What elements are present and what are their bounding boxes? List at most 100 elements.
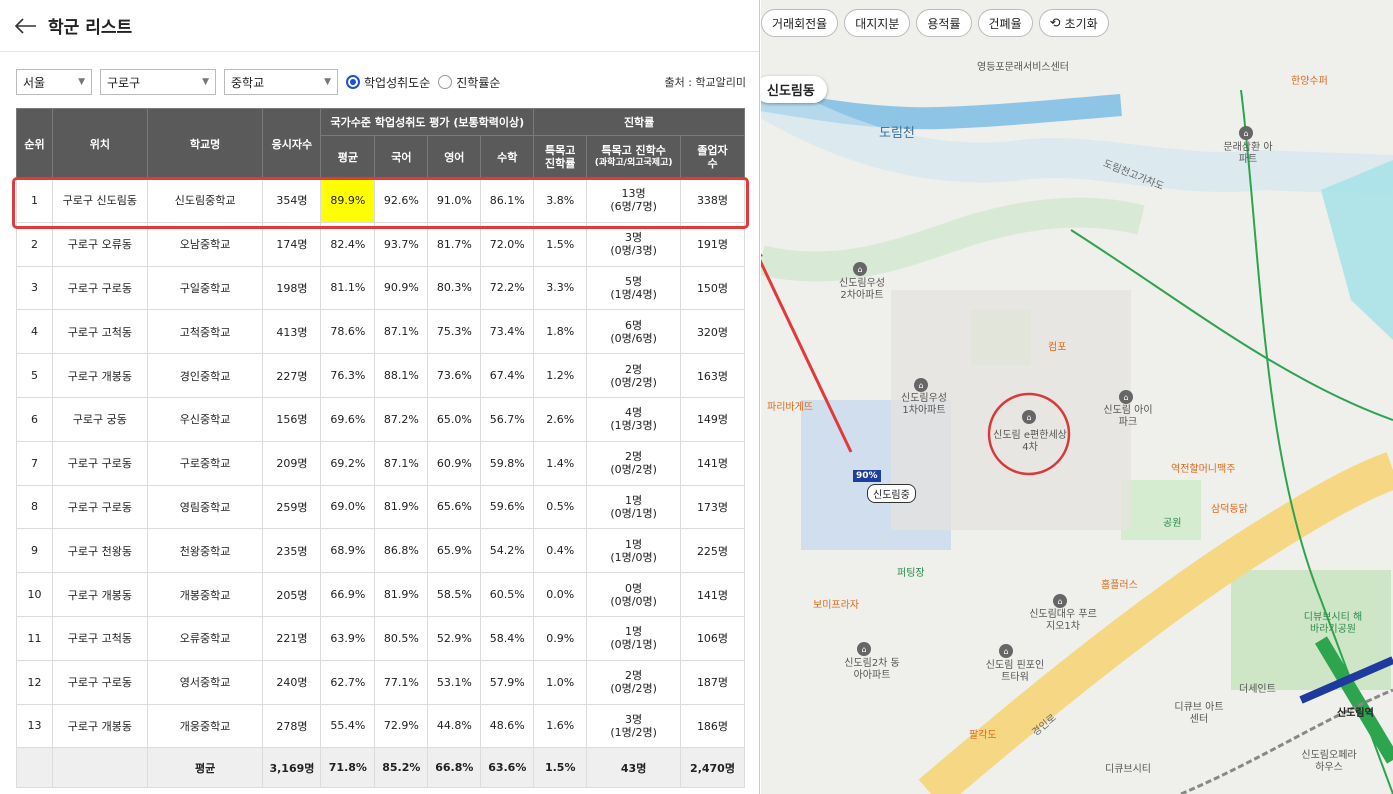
table-row[interactable]: 12 구로구 구로동 영서중학교 240명 62.7% 77.1% 53.1% 57.9% 1.… xyxy=(16,659,745,705)
col-special-rate: 특목고 진학률 xyxy=(533,135,588,179)
table-row[interactable]: 5 구로구 개봉동 경인중학교 227명 76.3% 88.1% 73.6% 67.4% 1.2… xyxy=(16,353,745,398)
cell-special-count-main: 0명 xyxy=(625,581,643,595)
cell-special-count: 1명 (0명/1명) xyxy=(586,484,682,530)
cell-school: 오류중학교 xyxy=(146,615,264,661)
table-row[interactable]: 4 구로구 고척동 고척중학교 413명 78.6% 87.1% 75.3% 73.4% 1.8… xyxy=(16,309,745,355)
cell-location: 구로구 구로동 xyxy=(51,265,148,311)
cell-math: 72.2% xyxy=(480,265,535,311)
cell-graduates: 150명 xyxy=(680,265,745,311)
table-row[interactable]: 9 구로구 천왕동 천왕중학교 235명 68.9% 86.8% 65.9% 54.2% 0.4… xyxy=(16,528,745,574)
cell-location: 구로구 고척동 xyxy=(51,615,148,661)
map-label-poi: 파리바게뜨 xyxy=(767,402,813,413)
back-arrow-icon[interactable] xyxy=(14,14,38,38)
table-row[interactable]: 8 구로구 구로동 영림중학교 259명 69.0% 81.9% 65.6% 59.6% 0.5… xyxy=(16,484,745,530)
cell-special-count-main: 2명 xyxy=(625,669,643,683)
table-row[interactable]: 2 구로구 오류동 오남중학교 174명 82.4% 93.7% 81.7% 72.0% 1.5… xyxy=(16,221,745,267)
sort-achievement-radio[interactable]: 학업성취도순 xyxy=(346,74,430,91)
cell-school: 영서중학교 xyxy=(146,659,264,705)
sort-advance-radio[interactable]: 진학률순 xyxy=(438,74,500,91)
cell-school: 오남중학교 xyxy=(146,221,264,267)
col-graduates-line2: 수 xyxy=(707,157,718,170)
table-row[interactable]: 6 구로구 궁동 우신중학교 156명 69.6% 87.2% 65.0% 56.7% 2.6%… xyxy=(16,396,745,442)
floor-area-ratio-button[interactable]: 용적률 xyxy=(916,9,972,37)
apartment-pin-icon[interactable]: ⌂ xyxy=(1239,126,1253,140)
radio-unselected-icon xyxy=(438,75,453,89)
land-share-button[interactable]: 대지지분 xyxy=(844,9,911,37)
cell-graduates: 163명 xyxy=(680,353,745,398)
reset-button[interactable]: ⟲ 초기화 xyxy=(1038,9,1109,37)
cell-special-count-sub: (1명/3명) xyxy=(610,419,657,433)
cell-special-count-main: 5명 xyxy=(625,274,643,288)
table-row[interactable]: 1 구로구 신도림동 신도림중학교 354명 89.9% 92.6% 91.0% 86.1% 3… xyxy=(16,178,745,223)
cell-graduates: 141명 xyxy=(680,440,745,486)
map-label-poi: 공원 xyxy=(1163,518,1182,529)
map-label-apartment: 문래삼환 아파트 xyxy=(1223,142,1273,165)
map-label-poi: 디뷰브시티 해바라기공원 xyxy=(1303,612,1363,635)
school-map-tag[interactable]: 신도림중 xyxy=(867,484,916,503)
apartment-pin-icon[interactable]: ⌂ xyxy=(999,644,1013,658)
cell-rank: 11 xyxy=(16,615,53,661)
cell-special-rate: 1.0% xyxy=(533,659,588,705)
cell-english: 65.0% xyxy=(427,396,482,442)
apartment-pin-icon[interactable]: ⌂ xyxy=(1053,594,1067,608)
city-select[interactable]: 서울 ▼ xyxy=(16,69,92,95)
cell-location: 구로구 구로동 xyxy=(51,484,148,530)
apartment-pin-icon[interactable]: ⌂ xyxy=(857,642,871,656)
cell-english: 53.1% xyxy=(427,659,482,705)
chevron-down-icon: ▼ xyxy=(202,77,209,87)
cell-location: 구로구 개봉동 xyxy=(51,703,148,749)
footer-count: 43명 xyxy=(586,747,682,789)
cell-special-rate: 1.8% xyxy=(533,309,588,355)
cell-special-count: 4명 (1명/3명) xyxy=(586,396,682,442)
cell-korean: 87.2% xyxy=(374,396,429,442)
cell-avg: 68.9% xyxy=(320,528,376,574)
cell-special-rate: 1.4% xyxy=(533,440,588,486)
cell-special-count-main: 13명 xyxy=(621,187,646,201)
cell-special-count: 3명 (1명/2명) xyxy=(586,703,682,749)
table-row[interactable]: 11 구로구 고척동 오류중학교 221명 63.9% 80.5% 52.9% 58.4% 0.… xyxy=(16,615,745,661)
cell-special-rate: 1.5% xyxy=(533,221,588,267)
table-row[interactable]: 13 구로구 개봉동 개웅중학교 278명 55.4% 72.9% 44.8% 48.6% 1.… xyxy=(16,703,745,749)
cell-english: 73.6% xyxy=(427,353,482,398)
col-rank: 순위 xyxy=(16,108,53,179)
cell-special-count-sub: (0명/1명) xyxy=(610,638,657,652)
cell-special-count-main: 2명 xyxy=(625,450,643,464)
cell-special-count: 1명 (0명/1명) xyxy=(586,615,682,661)
table-row[interactable]: 7 구로구 구로동 구로중학교 209명 69.2% 87.1% 60.9% 59.8% 1.4… xyxy=(16,440,745,486)
cell-examinees: 156명 xyxy=(262,396,322,442)
cell-korean: 92.6% xyxy=(374,178,429,223)
table-row[interactable]: 3 구로구 구로동 구일중학교 198명 81.1% 90.9% 80.3% 72.2% 3.3… xyxy=(16,265,745,311)
cell-rank: 6 xyxy=(16,396,53,442)
map-label-apartment: 신도림우성 2차아파트 xyxy=(839,278,885,301)
area-chip[interactable]: 신도림동 xyxy=(761,76,827,103)
map-label-poi: 퍼팅장 xyxy=(897,568,925,579)
cell-avg: 78.6% xyxy=(320,309,376,355)
cell-examinees: 278명 xyxy=(262,703,322,749)
col-special-count-line1: 특목고 진학수 xyxy=(601,144,666,157)
table-row[interactable]: 10 구로구 개봉동 개봉중학교 205명 66.9% 81.9% 58.5% 60.5% 0.… xyxy=(16,572,745,617)
reset-label: 초기화 xyxy=(1064,16,1098,31)
map-label-apartment: 신도림대우 푸르지오1차 xyxy=(1029,609,1097,632)
cell-avg: 81.1% xyxy=(320,265,376,311)
turnover-button[interactable]: 거래회전율 xyxy=(761,9,839,37)
apartment-pin-icon[interactable]: ⌂ xyxy=(1022,410,1036,424)
cell-graduates: 173명 xyxy=(680,484,745,530)
cell-korean: 80.5% xyxy=(374,615,429,661)
school-level-select[interactable]: 중학교 ▼ xyxy=(224,69,338,95)
cell-examinees: 227명 xyxy=(262,353,322,398)
map-view[interactable]: 거래회전율 대지지분 용적률 건폐율 ⟲ 초기화 신도림동 도림천 도림천고가차… xyxy=(761,0,1393,794)
school-level-select-value: 중학교 xyxy=(231,75,265,90)
cell-rank: 7 xyxy=(16,440,53,486)
cell-math: 56.7% xyxy=(480,396,535,442)
cell-korean: 81.9% xyxy=(374,572,429,617)
district-select[interactable]: 구로구 ▼ xyxy=(100,69,216,95)
footer-korean: 85.2% xyxy=(374,747,429,789)
apartment-pin-icon[interactable]: ⌂ xyxy=(1119,390,1133,404)
building-coverage-button[interactable]: 건폐율 xyxy=(977,9,1033,37)
cell-math: 54.2% xyxy=(480,528,535,574)
col-english: 영어 xyxy=(427,135,482,179)
apartment-pin-icon[interactable]: ⌂ xyxy=(853,262,867,276)
cell-graduates: 141명 xyxy=(680,572,745,617)
apartment-pin-icon[interactable]: ⌂ xyxy=(914,378,928,392)
cell-special-rate: 3.8% xyxy=(533,178,588,223)
